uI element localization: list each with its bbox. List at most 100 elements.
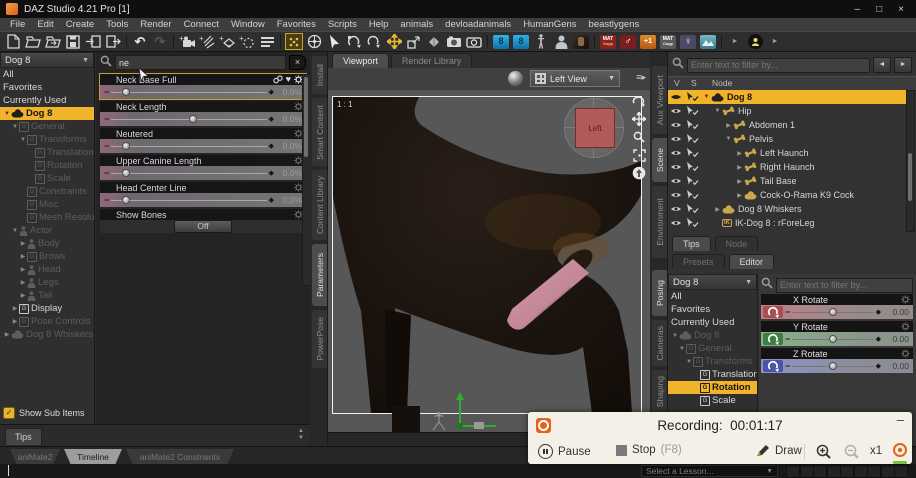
slider-increment[interactable]: ◆ <box>876 335 881 343</box>
tab-editor[interactable]: Editor <box>729 254 775 269</box>
scene-node-pelvis[interactable]: ▼ Pelvis <box>668 132 908 146</box>
dock-tab-install[interactable]: Install <box>312 56 327 94</box>
timeline-transport-button[interactable] <box>894 465 908 478</box>
tab-animate2-constraints[interactable]: aniMate2 Constraints <box>126 449 234 465</box>
menu-window[interactable]: Window <box>225 19 271 30</box>
param-group-constraints[interactable]: GConstraints <box>0 185 94 198</box>
param-toggle-show-bones[interactable]: Show Bones Off <box>100 209 306 233</box>
posing-filter-input[interactable] <box>776 278 913 293</box>
create-null-icon[interactable]: + <box>237 33 257 50</box>
camera-tool-icon[interactable] <box>464 33 484 50</box>
timeline-transport-button[interactable] <box>800 465 814 478</box>
dock-tab-content-library[interactable]: Content Library <box>312 170 327 240</box>
param-group-favorites[interactable]: Favorites <box>0 81 94 94</box>
menu-humangens[interactable]: HumanGens <box>517 19 582 30</box>
maximize-button[interactable]: □ <box>876 4 882 15</box>
genesis8-female-icon[interactable]: 8 <box>491 33 511 50</box>
view-cube-face[interactable]: Left <box>575 108 615 148</box>
posing-group-dog-8[interactable]: ▼Dog 8 <box>668 329 757 342</box>
visibility-eye-icon[interactable] <box>668 107 684 115</box>
stop-button[interactable]: Stop (F8) <box>616 444 682 456</box>
figure-bust-icon[interactable] <box>551 33 571 50</box>
scroll-arrows[interactable]: ▲▼ <box>296 428 306 442</box>
scene-node-abdomen-1[interactable]: ▶ Abdomen 1 <box>668 118 908 132</box>
female-symbol-icon[interactable]: ♀ <box>678 33 698 50</box>
param-group-transforms[interactable]: ▼GTransforms <box>0 133 94 146</box>
show-sub-items-toggle[interactable]: ✓ Show Sub Items <box>3 406 93 420</box>
selectable-cursor-icon[interactable] <box>684 120 702 130</box>
timeline-transport-button[interactable] <box>854 465 868 478</box>
rotate-tool-icon[interactable] <box>344 33 364 50</box>
slider-z-rotate[interactable]: Z Rotate − ◆ 0.00 <box>761 348 913 373</box>
plus-one-preset-icon[interactable]: +1 <box>638 33 658 50</box>
more-arrow-1-icon[interactable]: ► <box>725 33 745 50</box>
param-group-dog-8[interactable]: ▼Dog 8 <box>0 107 94 120</box>
slider-track[interactable] <box>111 196 266 204</box>
selectable-cursor-icon[interactable] <box>684 134 702 144</box>
posing-group-rotation[interactable]: GRotation <box>668 381 757 394</box>
translation-gizmo[interactable] <box>450 392 506 432</box>
save-icon[interactable] <box>63 33 83 50</box>
menu-render[interactable]: Render <box>134 19 177 30</box>
orbit-view-tool-icon[interactable] <box>304 33 324 50</box>
slider-decrement[interactable]: − <box>785 361 790 371</box>
visibility-eye-icon[interactable] <box>668 191 684 199</box>
menu-devloadanimals[interactable]: devloadanimals <box>439 19 517 30</box>
slider-increment[interactable]: ◆ <box>269 115 274 123</box>
selectable-cursor-icon[interactable] <box>684 162 702 172</box>
pause-button[interactable]: Pause <box>538 444 591 459</box>
render-tool-icon[interactable] <box>444 33 464 50</box>
slider-decrement[interactable]: − <box>104 114 109 124</box>
scale-tool-icon[interactable] <box>404 33 424 50</box>
mat-copy-red-icon[interactable]: MATCopy <box>598 33 618 50</box>
tab-tips[interactable]: Tips <box>672 236 711 251</box>
menu-animals[interactable]: animals <box>394 19 439 30</box>
brand-badge-icon[interactable] <box>745 33 765 50</box>
param-group-display[interactable]: ▶GDisplay <box>0 302 94 315</box>
menu-file[interactable]: File <box>4 19 31 30</box>
param-group-dog-8-whiskers[interactable]: ▶Dog 8 Whiskers <box>0 328 94 341</box>
slider-decrement[interactable]: − <box>785 307 790 317</box>
slider-track[interactable] <box>111 169 266 177</box>
scene-node-dog-8[interactable]: ▼ Dog 8 <box>668 90 908 104</box>
posing-group-scale[interactable]: GScale <box>668 394 757 407</box>
timeline-transport-button[interactable] <box>813 465 827 478</box>
dock-tab-cameras[interactable]: Cameras <box>652 320 667 366</box>
selectable-cursor-icon[interactable] <box>684 148 702 158</box>
slider-track[interactable] <box>792 308 873 316</box>
dock-tab-smart-content[interactable]: Smart Content <box>312 98 327 166</box>
filter-next-button[interactable]: ► <box>894 57 912 73</box>
import-icon[interactable] <box>83 33 103 50</box>
visibility-eye-icon[interactable] <box>668 149 684 157</box>
export-icon[interactable] <box>103 33 123 50</box>
slider-increment[interactable]: ◆ <box>269 142 274 150</box>
visibility-eye-icon[interactable] <box>668 177 684 185</box>
tab-render-library[interactable]: Render Library <box>391 53 473 68</box>
slider-increment[interactable]: ◆ <box>269 196 274 204</box>
tab-presets[interactable]: Presets <box>672 254 725 269</box>
scope-dropdown[interactable]: Dog 8 ▼ <box>0 52 94 68</box>
male-symbol-icon[interactable]: ♂ <box>618 33 638 50</box>
slider-increment[interactable]: ◆ <box>876 308 881 316</box>
posing-scope-dropdown[interactable]: Dog 8 ▼ <box>668 274 757 290</box>
twist-tool-icon[interactable] <box>364 33 384 50</box>
visibility-eye-icon[interactable] <box>668 205 684 213</box>
scene-node-tail-base[interactable]: ▶ Tail Base <box>668 174 908 188</box>
timeline-transport-button[interactable] <box>786 465 800 478</box>
menu-edit[interactable]: Edit <box>31 19 59 30</box>
dock-tab-shaping[interactable]: Shaping <box>652 370 667 414</box>
selectable-cursor-icon[interactable] <box>684 190 702 200</box>
slider-increment[interactable]: ◆ <box>269 169 274 177</box>
show-bones-off-button[interactable]: Off <box>174 220 232 233</box>
camera-view-dropdown[interactable]: Left View ▼ <box>530 70 620 87</box>
visibility-eye-icon[interactable] <box>668 163 684 171</box>
slider-track[interactable] <box>792 362 873 370</box>
param-slider-neck-base-full[interactable]: Neck Base Full ♥ − ◆ 0.0% <box>100 74 306 99</box>
pointer-tool-icon[interactable] <box>324 33 344 50</box>
zoom-in-button[interactable] <box>816 444 832 460</box>
scene-node-dog-8-whiskers[interactable]: ▶ Dog 8 Whiskers <box>668 202 908 216</box>
slider-x-rotate[interactable]: X Rotate − ◆ 0.00 <box>761 294 913 319</box>
menu-create[interactable]: Create <box>60 19 101 30</box>
timeline-transport-button[interactable] <box>881 465 895 478</box>
overlay-minimize-button[interactable]: – <box>897 412 904 427</box>
